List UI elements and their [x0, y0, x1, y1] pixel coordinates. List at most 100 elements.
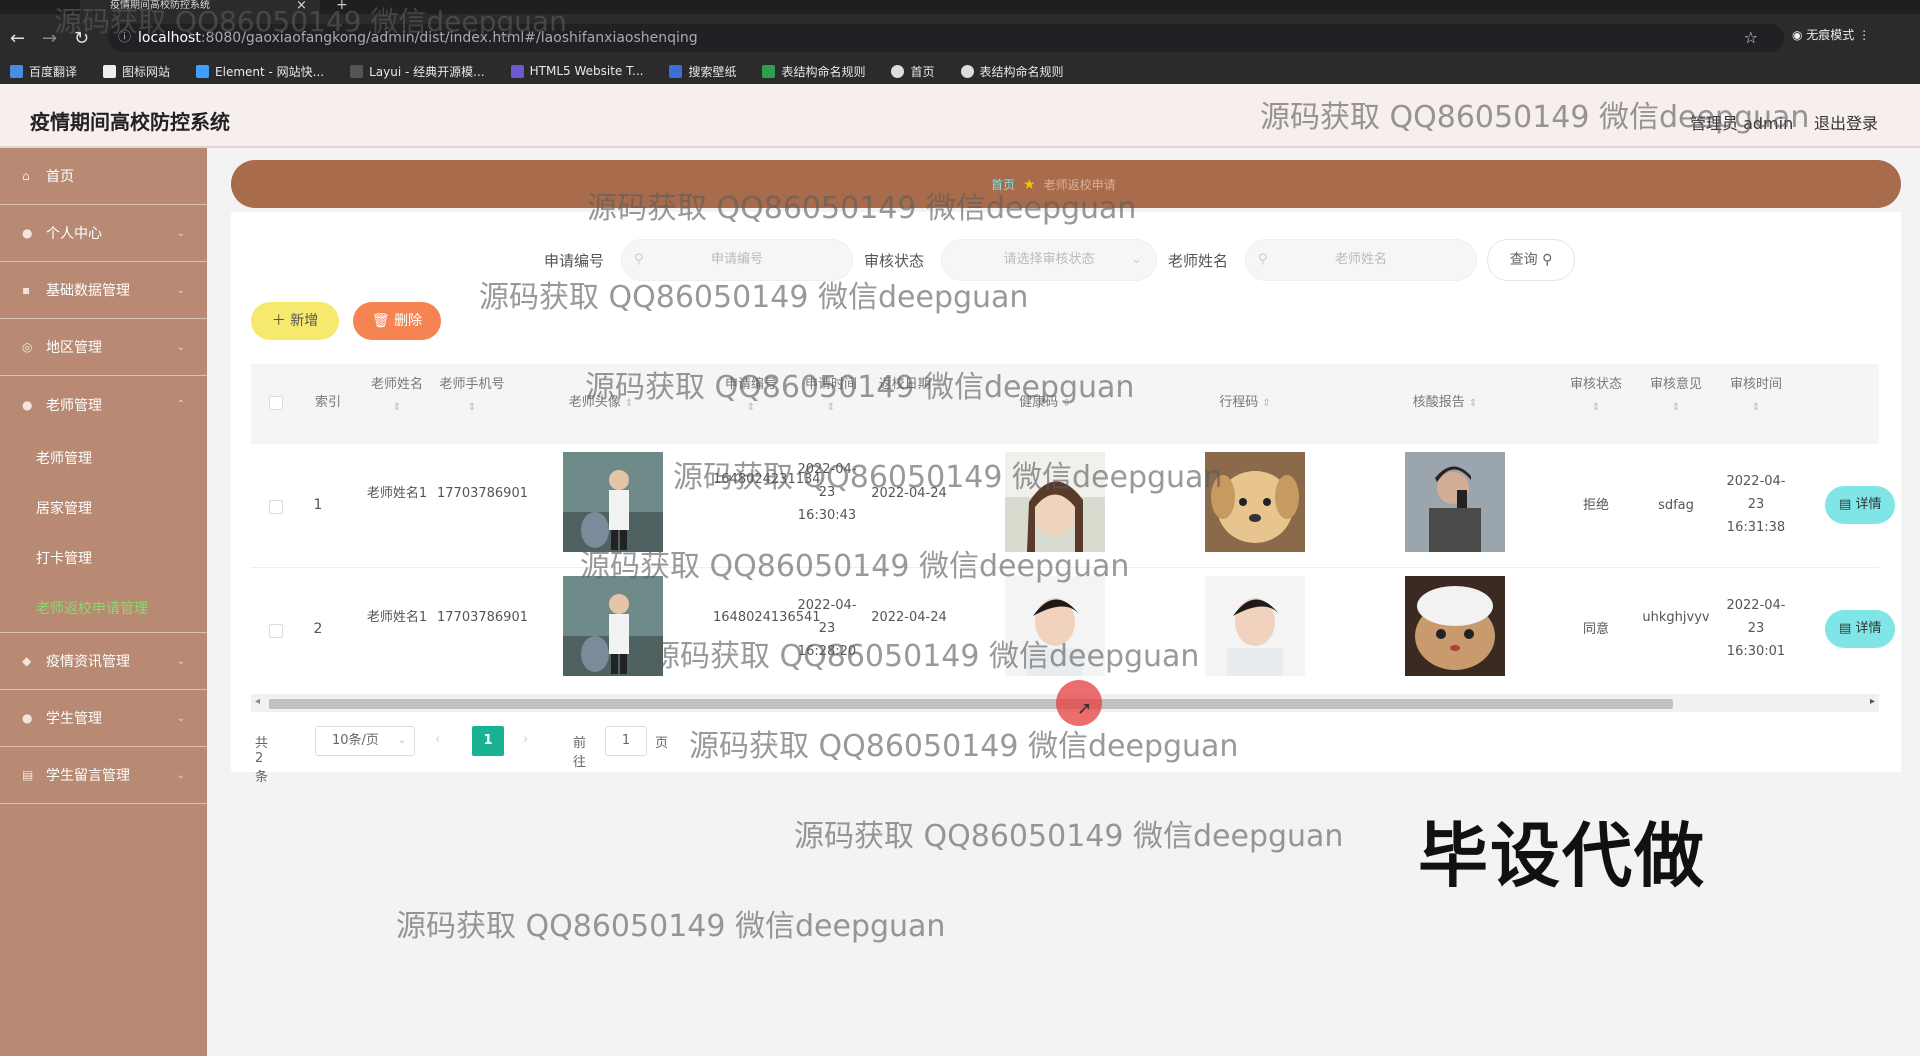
delete-button[interactable]: 🗑 删除 — [353, 302, 441, 340]
sidebar-item-label: 老师管理 — [46, 397, 102, 414]
breadcrumb-home[interactable]: 首页 — [991, 176, 1015, 193]
sort-icon[interactable]: ⇕ — [1592, 402, 1600, 413]
bookmark-item[interactable]: HTML5 Website T... — [510, 64, 643, 78]
goto-page-input[interactable]: 1 — [605, 726, 647, 756]
page-number-current[interactable]: 1 — [472, 726, 504, 756]
sidebar-subitem-return-application[interactable]: 老师返校申请管理 — [0, 583, 207, 633]
sort-icon[interactable]: ⇕ — [393, 402, 401, 413]
column-header[interactable]: 申请编号 ⇕ — [711, 374, 791, 419]
browser-tab[interactable]: 疫情期间高校防控系统 — [80, 0, 320, 14]
query-button[interactable]: 查询 ⚲ — [1488, 240, 1574, 280]
bookmark-item[interactable]: Layui - 经典开源模... — [350, 63, 485, 80]
search-icon: ⚲ — [1542, 252, 1553, 268]
logout-link[interactable]: 退出登录 — [1814, 110, 1878, 134]
select-all-checkbox[interactable] — [269, 396, 283, 410]
scroll-right-icon[interactable]: ▸ — [1870, 696, 1875, 707]
prev-page-icon[interactable]: ‹ — [435, 732, 440, 747]
bookmark-item[interactable]: 首页 — [891, 63, 935, 80]
sidebar-item-home[interactable]: ⌂ 首页 — [0, 148, 207, 205]
cell-apply-time: 2022-04-23 16:30:43 — [797, 462, 857, 523]
sidebar-item-message[interactable]: ▤ 学生留言管理 ⌄ — [0, 747, 207, 804]
cell-review-time: 2022-04-23 16:30:01 — [1726, 598, 1786, 659]
back-icon[interactable]: ← — [10, 28, 25, 49]
search-form: 申请编号 ⚲ 申请编号 审核状态 请选择审核状态 ⌄ 老师姓名 ⚲ 老师姓名 查询 ⚲ — [0, 240, 1920, 280]
column-header[interactable]: 行程码 ⇕ — [1195, 392, 1295, 415]
sort-icon[interactable]: ⇕ — [827, 402, 835, 413]
sidebar-item-region[interactable]: ◎ 地区管理 ⌄ — [0, 319, 207, 376]
health-code-image[interactable] — [1005, 452, 1105, 552]
bookmark-star-icon[interactable]: ☆ — [1744, 24, 1758, 52]
sidebar-subitem-teacher[interactable]: 老师管理 — [0, 433, 207, 483]
bookmark-item[interactable]: 搜索壁纸 — [669, 63, 736, 80]
sidebar-item-student[interactable]: ● 学生管理 ⌄ — [0, 690, 207, 747]
health-code-image[interactable] — [1005, 576, 1105, 676]
sort-icon[interactable]: ⇕ — [1752, 402, 1760, 413]
table-row[interactable]: 1 老师姓名1 17703786901 1648024231134 2022-0… — [251, 444, 1895, 568]
column-header[interactable]: 老师头像 ⇕ — [551, 392, 651, 415]
cell-return-date: 2022-04-24 — [871, 486, 947, 501]
sort-icon[interactable]: ⇕ — [1469, 398, 1477, 409]
cell-index: 1 — [313, 497, 323, 513]
column-header[interactable]: 审核状态 ⇕ — [1561, 374, 1631, 419]
detail-button[interactable]: ▤ 详情 — [1825, 610, 1895, 648]
teacher-avatar-image[interactable] — [563, 576, 663, 676]
tab-close-icon[interactable]: × — [296, 0, 307, 13]
sidebar-item-news[interactable]: ◆ 疫情资讯管理 ⌄ — [0, 633, 207, 690]
itinerary-code-image[interactable] — [1205, 452, 1305, 552]
url-host: localhost — [138, 30, 201, 46]
new-tab-icon[interactable]: + — [336, 0, 348, 13]
sort-icon[interactable]: ⇕ — [1062, 398, 1070, 409]
itinerary-code-image[interactable] — [1205, 576, 1305, 676]
column-header[interactable]: 核酸报告 ⇕ — [1395, 392, 1495, 415]
next-page-icon[interactable]: › — [523, 732, 528, 747]
table-row[interactable]: 2 老师姓名1 17703786901 1648024136541 2022-0… — [251, 568, 1895, 692]
scrollbar-thumb[interactable] — [269, 699, 1673, 709]
bookmark-item[interactable]: Element - 网站快... — [196, 63, 324, 80]
sidebar-subitem-checkin[interactable]: 打卡管理 — [0, 533, 207, 583]
document-icon: ▤ — [1839, 497, 1852, 512]
plus-icon: ＋ — [271, 313, 286, 329]
bookmark-item[interactable]: 表结构命名规则 — [762, 63, 865, 80]
status-select[interactable]: 请选择审核状态 ⌄ — [942, 240, 1156, 280]
chevron-down-icon: ⌄ — [176, 341, 185, 353]
scroll-left-icon[interactable]: ◂ — [255, 696, 260, 707]
bookmark-item[interactable]: 图标网站 — [103, 63, 170, 80]
page-size-select[interactable]: 10条/页 ⌄ — [315, 726, 415, 756]
sort-icon[interactable]: ⇕ — [625, 398, 633, 409]
nucleic-report-image[interactable] — [1405, 452, 1505, 552]
row-checkbox[interactable] — [269, 500, 283, 514]
sort-icon[interactable]: ⇕ — [1262, 398, 1270, 409]
url-path: :8080/gaoxiaofangkong/admin/dist/index.h… — [200, 30, 698, 46]
teacher-avatar-image[interactable] — [563, 452, 663, 552]
column-header[interactable]: 老师姓名 ⇕ — [357, 374, 437, 419]
column-header[interactable]: 返校日期 ⇕ — [871, 374, 951, 397]
apply-no-input[interactable]: ⚲ 申请编号 — [622, 240, 852, 280]
sort-icon[interactable]: ⇕ — [1672, 402, 1680, 413]
column-header[interactable]: 老师手机号 ⇕ — [437, 374, 507, 419]
column-header[interactable]: 健康码 ⇕ — [995, 392, 1095, 415]
column-header[interactable]: 申请时间 ⇕ — [791, 374, 871, 419]
nucleic-report-image[interactable] — [1405, 576, 1505, 676]
column-header[interactable]: 索引 — [303, 392, 353, 414]
bookmark-item[interactable]: 百度翻译 — [10, 63, 77, 80]
sort-icon[interactable]: ⇕ — [935, 380, 943, 391]
chevron-down-icon: ⌄ — [176, 284, 185, 296]
column-header-label: 申请时间 — [804, 377, 857, 392]
reload-icon[interactable]: ↻ — [74, 28, 89, 49]
sidebar-item-teacher[interactable]: ● 老师管理 ⌃ — [0, 376, 207, 433]
column-header[interactable]: 审核意见 ⇕ — [1641, 374, 1711, 419]
row-checkbox[interactable] — [269, 624, 283, 638]
sort-icon[interactable]: ⇕ — [468, 402, 476, 413]
forward-icon[interactable]: → — [42, 28, 57, 49]
detail-button[interactable]: ▤ 详情 — [1825, 486, 1895, 524]
site-info-icon[interactable]: ⓘ — [118, 24, 131, 52]
column-header[interactable]: 审核时间 ⇕ — [1721, 374, 1791, 419]
sort-icon[interactable]: ⇕ — [747, 402, 755, 413]
address-bar[interactable]: ⓘ localhost:8080/gaoxiaofangkong/admin/d… — [108, 24, 1784, 52]
cell-apply-time: 2022-04-23 16:28:20 — [797, 598, 857, 659]
add-button[interactable]: ＋ 新增 — [251, 302, 339, 340]
teacher-name-input[interactable]: ⚲ 老师姓名 — [1246, 240, 1476, 280]
sidebar-subitem-home-quarantine[interactable]: 居家管理 — [0, 483, 207, 533]
incognito-indicator[interactable]: ◉ 无痕模式 ⋮ — [1792, 26, 1870, 43]
bookmark-item[interactable]: 表结构命名规则 — [960, 63, 1064, 80]
